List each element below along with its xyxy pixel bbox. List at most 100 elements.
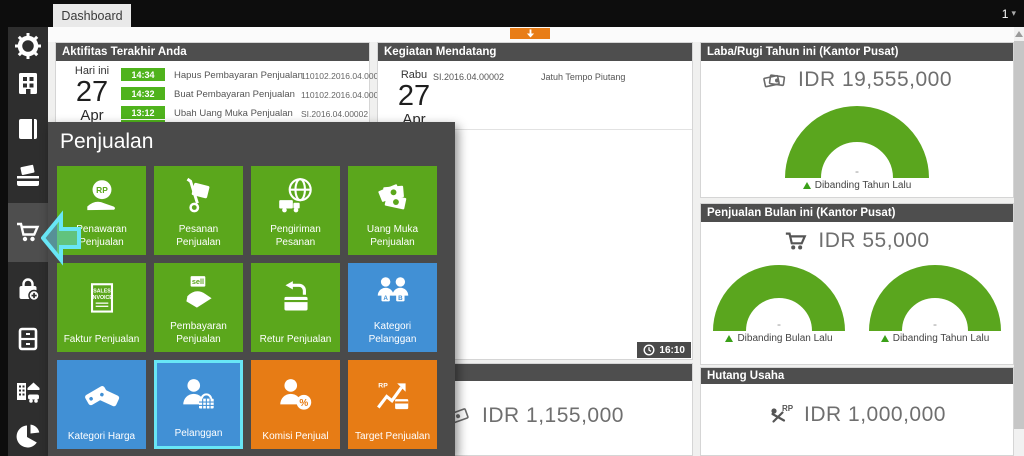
gauge-month: - Dibanding Bulan Lalu xyxy=(701,265,857,344)
pointer-arrow-icon xyxy=(41,210,81,266)
panel-title: Hutang Usaha xyxy=(701,368,1013,384)
money-stack-icon xyxy=(763,74,786,88)
tile-retur-penjualan[interactable]: Retur Penjualan xyxy=(251,263,340,352)
popup-title: Penjualan xyxy=(60,130,154,153)
activity-action: Buat Pembayaran Penjualan xyxy=(174,89,295,100)
upcoming-event: Jatuh Tempo Piutang xyxy=(541,72,626,82)
tile-pembayaran-penjualan[interactable]: sell Pembayaran Penjualan xyxy=(154,263,243,352)
sales-return-icon xyxy=(283,281,308,311)
tab-dashboard[interactable]: Dashboard xyxy=(53,4,131,27)
sidebar-item-company[interactable] xyxy=(15,71,41,97)
activity-action: Ubah Uang Muka Penjualan xyxy=(174,108,293,119)
sidebar-item-inventory[interactable] xyxy=(15,326,41,352)
sales-order-icon xyxy=(186,177,209,212)
clock-icon xyxy=(643,344,655,356)
sales-payment-icon: sell xyxy=(185,275,212,308)
left-edge-strip xyxy=(0,0,8,456)
tile-pelanggan[interactable]: Pelanggan xyxy=(154,360,243,449)
down-arrow-icon xyxy=(526,29,534,38)
inventory-cabinet-icon xyxy=(18,327,38,351)
sidebar-item-reports[interactable] xyxy=(15,423,41,449)
panel-title: Kegiatan Mendatang xyxy=(378,43,692,61)
tile-uang-muka-penjualan[interactable]: Uang Muka Penjualan xyxy=(348,166,437,255)
scrollbar-thumb[interactable] xyxy=(1014,41,1024,429)
receivable-amount: IDR 1,155,000 xyxy=(482,404,624,427)
svg-text:INVOICE: INVOICE xyxy=(91,295,113,301)
svg-text:%: % xyxy=(299,398,308,409)
svg-text:SALES: SALES xyxy=(93,289,111,295)
panel-title: Penjualan Bulan ini (Kantor Pusat) xyxy=(701,204,1013,222)
tile-pengiriman-pesanan[interactable]: Pengiriman Pesanan xyxy=(251,166,340,255)
activity-row[interactable]: 14:32 Buat Pembayaran Penjualan 110102.2… xyxy=(121,87,388,101)
upcoming-row[interactable]: SI.2016.04.00002 Jatuh Tempo Piutang xyxy=(433,72,683,86)
order-delivery-icon xyxy=(278,177,312,212)
notification-control[interactable]: 1 ▾ xyxy=(1002,0,1016,27)
activity-row[interactable]: 13:12 Ubah Uang Muka Penjualan SI.2016.0… xyxy=(121,106,369,120)
chevron-down-icon: ▾ xyxy=(1011,8,1016,18)
activity-ref: 110102.2016.04.00001 xyxy=(301,89,388,100)
sales-target-icon: RP xyxy=(376,383,408,410)
svg-text:RP: RP xyxy=(96,184,108,194)
gauge-caption: Dibanding Tahun Lalu xyxy=(701,180,1013,191)
panel-payable: Hutang Usaha RP IDR 1,000,000 xyxy=(700,367,1014,456)
sales-cart-icon xyxy=(17,222,40,242)
up-arrow-icon xyxy=(725,335,734,342)
activity-ref: SI.2016.04.00002 xyxy=(301,108,369,119)
panel-title: Aktifitas Terakhir Anda xyxy=(56,43,369,61)
activity-ref: 110102.2016.04.00001 xyxy=(301,70,388,81)
time-badge: 14:34 xyxy=(121,68,165,81)
tile-kategori-harga[interactable]: Kategori Harga xyxy=(57,360,146,449)
payable-value-row: RP IDR 1,000,000 xyxy=(701,402,1013,428)
sidebar-item-cash-bank[interactable] xyxy=(15,163,41,189)
fixed-assets-icon xyxy=(17,382,40,403)
up-arrow-icon xyxy=(802,182,811,189)
sales-menu-grid: RP Penawaran Penjualan Pesanan Penjualan xyxy=(57,166,437,449)
journal-book-icon xyxy=(19,119,37,139)
cart-icon xyxy=(786,232,807,250)
tile-komisi-penjual[interactable]: % Komisi Penjual xyxy=(251,360,340,449)
panel-title: Laba/Rugi Tahun ini (Kantor Pusat) xyxy=(701,43,1013,61)
time-badge: 14:32 xyxy=(121,87,165,100)
sales-value-row: IDR 55,000 xyxy=(701,229,1013,253)
dashboard-scroll-down-button[interactable] xyxy=(510,28,550,39)
sales-commission-icon: % xyxy=(279,379,311,410)
customer-icon xyxy=(182,379,214,409)
tile-kategori-pelanggan[interactable]: A B Kategori Pelanggan xyxy=(348,263,437,352)
profit-value-row: IDR 19,555,000 xyxy=(701,68,1013,92)
gauge-center-label: - xyxy=(855,164,859,178)
sales-amount: IDR 55,000 xyxy=(818,229,930,252)
payable-rp-icon: RP xyxy=(771,404,794,423)
tile-pesanan-penjualan[interactable]: Pesanan Penjualan xyxy=(154,166,243,255)
sales-quote-icon: RP xyxy=(86,179,115,210)
sales-menu-popup: Penjualan RP Penawaran Penjualan Pesanan… xyxy=(41,122,455,456)
activity-action: Hapus Pembayaran Penjualan xyxy=(174,70,303,81)
sidebar-item-fixed-assets[interactable] xyxy=(15,379,41,405)
settings-gear-icon xyxy=(15,33,41,59)
scroll-up-arrow-icon[interactable] xyxy=(1015,31,1023,37)
reports-pie-icon xyxy=(16,424,40,448)
gauge-year: - Dibanding Tahun Lalu xyxy=(857,265,1013,344)
sidebar-item-purchases[interactable] xyxy=(15,276,41,302)
sales-downpayment-icon xyxy=(377,183,406,209)
customer-category-icon: A B xyxy=(377,276,408,301)
upcoming-ref: SI.2016.04.00002 xyxy=(433,72,505,82)
svg-text:RP: RP xyxy=(782,404,794,413)
sidebar-item-journal[interactable] xyxy=(15,116,41,142)
sales-invoice-icon: SALES INVOICE xyxy=(90,283,113,313)
cash-bank-icon xyxy=(17,164,39,186)
up-arrow-icon xyxy=(880,335,889,342)
profit-amount: IDR 19,555,000 xyxy=(797,68,953,91)
tile-faktur-penjualan[interactable]: SALES INVOICE Faktur Penjualan xyxy=(57,263,146,352)
svg-text:sell: sell xyxy=(191,277,203,286)
vertical-scrollbar[interactable] xyxy=(1014,27,1024,456)
svg-text:B: B xyxy=(398,294,403,301)
svg-text:A: A xyxy=(383,294,388,301)
svg-text:RP: RP xyxy=(378,383,388,390)
tile-target-penjualan[interactable]: RP Target Penjualan xyxy=(348,360,437,449)
top-bar: Dashboard 1 ▾ xyxy=(0,0,1024,27)
purchases-bag-icon xyxy=(19,278,40,302)
sidebar-item-settings[interactable] xyxy=(15,33,41,59)
sidebar-item-sales[interactable] xyxy=(15,219,41,245)
activity-row[interactable]: 14:34 Hapus Pembayaran Penjualan 110102.… xyxy=(121,68,388,82)
activity-date: Hari ini 27 Apr xyxy=(74,65,110,124)
